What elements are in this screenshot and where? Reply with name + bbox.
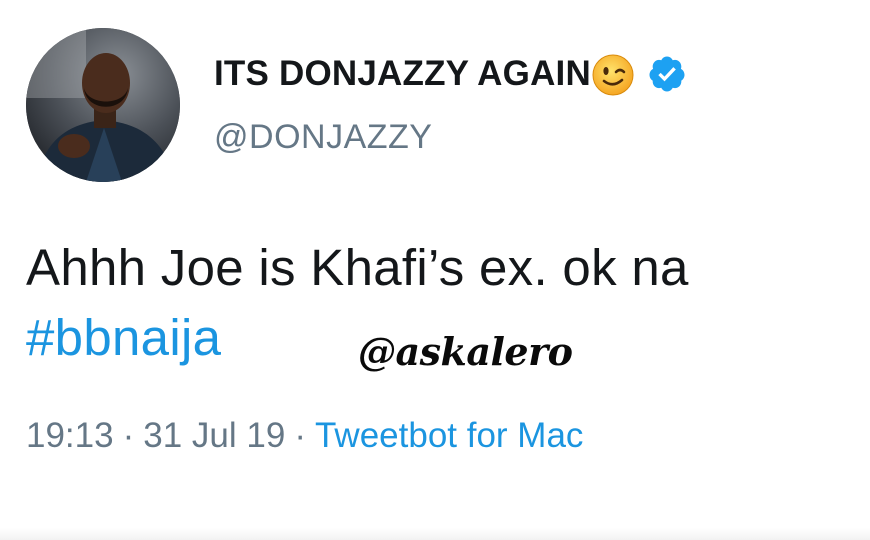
tweet-source-link[interactable]: Tweetbot for Mac (315, 416, 583, 456)
tweet-card: ITS DONJAZZY AGAIN @DONJAZZY Ahhh Joe is… (0, 0, 870, 540)
tweet-text: Ahhh Joe is Khafi’s ex. ok na (26, 239, 689, 296)
bottom-divider (0, 528, 870, 540)
display-name-row: ITS DONJAZZY AGAIN (214, 46, 687, 102)
avatar-photo (26, 28, 180, 182)
tweet-time[interactable]: 19:13 (26, 416, 114, 456)
avatar[interactable] (26, 28, 180, 182)
meta-separator: · (122, 416, 135, 455)
winking-face-icon (591, 53, 635, 97)
hashtag-link[interactable]: #bbnaija (26, 308, 221, 367)
author-handle[interactable]: @DONJAZZY (214, 118, 432, 157)
watermark-text: @askalero (358, 329, 573, 374)
verified-badge-icon (647, 54, 687, 94)
tweet-date[interactable]: 31 Jul 19 (143, 416, 285, 456)
tweet-meta: 19:13 · 31 Jul 19 · Tweetbot for Mac (26, 416, 583, 456)
meta-separator: · (294, 416, 306, 455)
display-name[interactable]: ITS DONJAZZY AGAIN (214, 54, 591, 94)
